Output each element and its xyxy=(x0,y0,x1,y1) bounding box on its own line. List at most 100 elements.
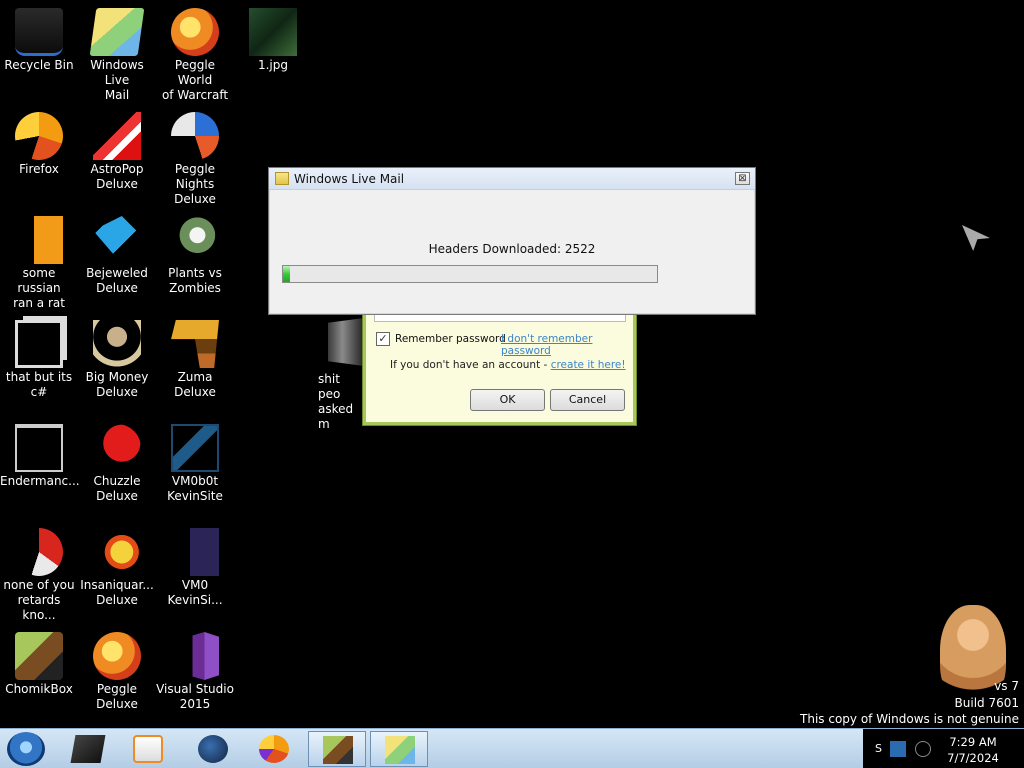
taskbar-app-chomikbox[interactable] xyxy=(308,731,366,767)
progress-bar xyxy=(282,265,658,283)
desktop-icon-windows-live-mail[interactable]: Windows Live Mail xyxy=(78,0,156,102)
taskbar: S 7:29 AM 7/7/2024 xyxy=(0,728,1024,768)
visual-studio-icon xyxy=(171,632,219,680)
clock-date: 7/7/2024 xyxy=(947,751,999,765)
zuma-icon xyxy=(171,320,219,368)
desktop-icon-endermanch[interactable]: Endermanc... xyxy=(0,416,80,516)
close-icon[interactable]: ⊠ xyxy=(735,172,750,185)
windows-live-mail-icon xyxy=(385,736,415,764)
icon-label: Big Money Deluxe xyxy=(85,370,149,399)
start-button[interactable] xyxy=(7,732,45,766)
icon-label: Recycle Bin xyxy=(4,58,74,72)
download-dialog: Windows Live Mail ⊠ Headers Downloaded: … xyxy=(268,167,756,315)
icon-label: some russian ran a rat xyxy=(13,266,65,310)
remember-password-label: Remember password xyxy=(395,333,506,345)
desktop-icon-peggle-nights[interactable]: Peggle Nights Deluxe xyxy=(156,104,234,206)
tray-label[interactable]: S xyxy=(875,741,885,757)
firefox-icon xyxy=(15,112,63,160)
create-account-link[interactable]: create it here! xyxy=(551,359,626,371)
desktop-icon-chomikbox[interactable]: ChomikBox xyxy=(0,624,78,724)
image-file-icon xyxy=(249,8,297,56)
watermark-line2: Build 7601 xyxy=(954,696,1019,710)
desktop-icon-recycle-bin[interactable]: Recycle Bin xyxy=(0,0,78,100)
status-text: Headers Downloaded: 2522 xyxy=(428,242,596,256)
taskbar-app-media-player[interactable] xyxy=(119,731,177,767)
desktop-icon-some-russian[interactable]: some russian ran a rat xyxy=(0,208,78,310)
remember-password-checkbox[interactable]: ✓ xyxy=(376,332,390,346)
mail-app-icon xyxy=(275,172,289,185)
icon-label: Bejeweled Deluxe xyxy=(86,266,148,295)
partial-icon-label: shit peo asked m xyxy=(318,372,354,431)
desktop-icon-none-of-you[interactable]: none of you retards kno... xyxy=(0,520,78,622)
no-account-text: If you don't have an account - xyxy=(390,359,548,371)
mouse-cursor-icon xyxy=(962,225,990,251)
dialog-titlebar[interactable]: Windows Live Mail ⊠ xyxy=(269,168,755,190)
watermark-line1: vs 7 xyxy=(994,679,1019,693)
icon-label: Chuzzle Deluxe xyxy=(93,474,141,503)
chomikbox-icon xyxy=(15,632,63,680)
clock[interactable]: 7:29 AM 7/7/2024 xyxy=(942,734,1004,766)
icon-label: AstroPop Deluxe xyxy=(90,162,144,191)
icon-label: Insaniquar... Deluxe xyxy=(80,578,154,607)
icon-label: VM0 KevinSi... xyxy=(167,578,223,607)
vm0-icon xyxy=(171,528,219,576)
icon-label: Plants vs Zombies xyxy=(168,266,222,295)
icon-label: none of you retards kno... xyxy=(3,578,75,622)
dialog-title: Windows Live Mail xyxy=(294,172,405,186)
icon-label: ChomikBox xyxy=(5,682,73,696)
desktop-icon-vm0b0t[interactable]: VM0b0t KevinSite xyxy=(156,416,234,516)
icon-label: Peggle Deluxe xyxy=(96,682,138,711)
astropop-icon xyxy=(93,112,141,160)
cancel-button[interactable]: Cancel xyxy=(550,389,625,411)
desktop-icon-zuma[interactable]: Zuma Deluxe xyxy=(156,312,234,412)
ok-button[interactable]: OK xyxy=(470,389,545,411)
desktop-icon-big-money[interactable]: Big Money Deluxe xyxy=(78,312,156,412)
desktop-icon-peggle-deluxe[interactable]: Peggle Deluxe xyxy=(78,624,156,724)
clock-time: 7:29 AM xyxy=(949,735,997,749)
media-player-icon xyxy=(133,735,163,763)
volume-icon[interactable] xyxy=(915,741,931,757)
desktop-icon-1-jpg[interactable]: 1.jpg xyxy=(234,0,312,100)
icon-label: Visual Studio 2015 xyxy=(156,682,234,711)
icon-label: that but its c# xyxy=(5,370,73,399)
desktop-icon-insaniquarium[interactable]: Insaniquar... Deluxe xyxy=(78,520,156,620)
big-money-icon xyxy=(93,320,141,368)
folder-shortcut-icon xyxy=(15,320,63,368)
network-icon[interactable] xyxy=(890,741,906,757)
internet-explorer-icon xyxy=(15,216,63,264)
login-window: ✓ Remember password I don't remember pas… xyxy=(363,312,636,425)
icon-label: 1.jpg xyxy=(257,58,289,72)
bejeweled-icon xyxy=(93,216,141,264)
firefox-icon xyxy=(259,735,289,763)
recycle-bin-icon xyxy=(15,8,63,56)
desktop-icon-that-but-csharp[interactable]: that but its c# xyxy=(0,312,78,412)
plants-vs-zombies-icon xyxy=(171,216,219,264)
peggle-deluxe-icon xyxy=(93,632,141,680)
desktop-icon-firefox[interactable]: Firefox xyxy=(0,104,78,204)
icon-label: Zuma Deluxe xyxy=(174,370,216,399)
explorer-icon xyxy=(70,735,106,763)
forgot-password-link[interactable]: I don't remember password xyxy=(501,333,633,357)
icon-label: Firefox xyxy=(19,162,59,176)
desktop-icon-plants-vs-zombies[interactable]: Plants vs Zombies xyxy=(156,208,234,308)
no-account-row: If you don't have an account - create it… xyxy=(390,359,626,371)
peggle-nights-icon xyxy=(171,112,219,160)
desktop-icon-astropop[interactable]: AstroPop Deluxe xyxy=(78,104,156,204)
desktop-icon-visual-studio[interactable]: Visual Studio 2015 xyxy=(156,624,234,724)
chrome-icon xyxy=(15,528,63,576)
taskbar-app-firefox[interactable] xyxy=(245,731,303,767)
insaniquarium-icon xyxy=(93,528,141,576)
taskbar-app-explorer[interactable] xyxy=(59,731,117,767)
progress-fill xyxy=(283,266,291,282)
taskbar-app-browser[interactable] xyxy=(184,731,242,767)
taskbar-app-windows-live-mail[interactable] xyxy=(370,731,428,767)
watermark-line3: This copy of Windows is not genuine xyxy=(800,712,1019,726)
chomikbox-icon xyxy=(323,736,353,764)
desktop-icon-vm0[interactable]: VM0 KevinSi... xyxy=(156,520,234,620)
desktop-icon-chuzzle[interactable]: Chuzzle Deluxe xyxy=(78,416,156,516)
folder-icon[interactable] xyxy=(328,318,364,366)
application-icon xyxy=(15,424,63,472)
vm-icon xyxy=(171,424,219,472)
desktop-icon-bejeweled[interactable]: Bejeweled Deluxe xyxy=(78,208,156,308)
desktop-icon-peggle-wow[interactable]: Peggle World of Warcraft ... xyxy=(156,0,234,117)
